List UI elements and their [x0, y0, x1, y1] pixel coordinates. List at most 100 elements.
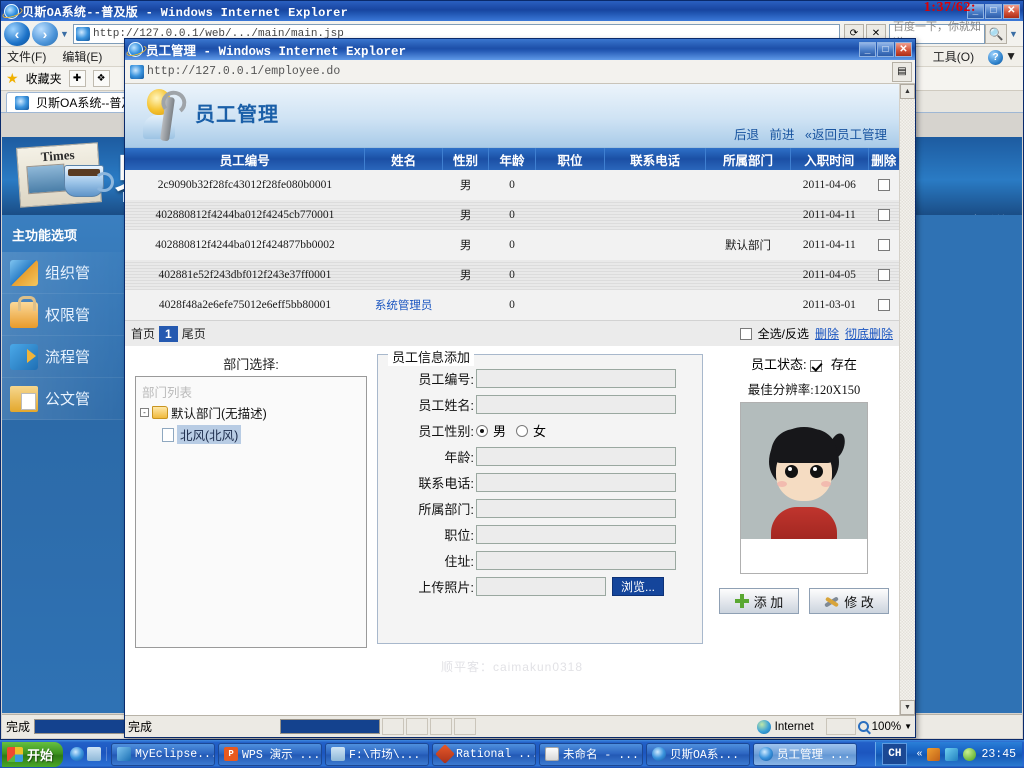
scroll-track[interactable] [900, 99, 915, 700]
zoom-control[interactable]: 100% ▼ [857, 720, 912, 733]
feeds-icon[interactable]: ❖ [92, 70, 110, 87]
table-row[interactable]: 402880812f4244ba012f4245cb770001 男 0 201… [125, 200, 899, 230]
taskbar-item-myeclipse[interactable]: MyEclipse... [111, 742, 216, 766]
row-delete-checkbox[interactable] [877, 269, 890, 282]
history-dropdown-icon[interactable]: ▼ [58, 29, 71, 39]
taskbar-item-notepad[interactable]: 未命名 - ... [539, 742, 644, 766]
close-button[interactable]: ✕ [895, 42, 912, 57]
table-row[interactable]: 402880812f4244ba012f424877bb0002 男 0 默认部… [125, 230, 899, 260]
sidebar-item-organization[interactable]: 组织管 [2, 252, 124, 294]
start-button[interactable]: 开始 [2, 741, 64, 767]
tray-icon-3[interactable] [963, 747, 977, 761]
tray-expand-icon[interactable]: « [916, 749, 922, 760]
child-window-titlebar[interactable]: 员工管理 - Windows Internet Explorer _ □ ✕ [125, 39, 915, 60]
ime-indicator[interactable]: CH [882, 743, 908, 765]
employee-id-field[interactable] [476, 369, 676, 388]
department-tree[interactable]: 部门列表 - 默认部门(无描述) 北风(北风) [135, 376, 367, 648]
select-all-label[interactable]: 全选/反选 [758, 325, 809, 342]
last-page-button[interactable]: 尾页 [182, 325, 206, 342]
search-provider-dropdown-icon[interactable]: ▼ [1007, 29, 1020, 39]
maximize-button[interactable]: □ [985, 3, 1002, 19]
select-all-checkbox[interactable] [739, 327, 752, 340]
photo-frame[interactable] [740, 402, 868, 574]
scroll-up-icon[interactable]: ▲ [900, 84, 915, 99]
column-header-id[interactable]: 员工编号 [125, 148, 366, 170]
gender-male-radio[interactable] [476, 424, 488, 437]
cell-name[interactable]: 系统管理员 [364, 290, 443, 320]
address-field[interactable] [476, 551, 676, 570]
taskbar-item-oa-system[interactable]: 贝斯OA系... [646, 742, 751, 766]
phone-field[interactable] [476, 473, 676, 492]
add-button[interactable]: 添 加 [719, 588, 799, 614]
sidebar-item-documents[interactable]: 公文管 [2, 378, 124, 420]
zoom-level: 100% [871, 720, 902, 733]
favorites-label[interactable]: 收藏夹 [26, 70, 62, 87]
delete-forever-button[interactable]: 彻底删除 [845, 325, 893, 342]
employee-status-checkbox[interactable] [810, 359, 823, 372]
logout-link[interactable]: 退出系统 [956, 211, 1008, 215]
favorites-star-icon[interactable]: ★ [6, 70, 19, 87]
minimize-button[interactable]: _ [859, 42, 876, 57]
column-header-gender[interactable]: 性别 [442, 148, 490, 170]
search-icon[interactable]: 🔍 [985, 23, 1007, 44]
back-link[interactable]: 后退 [734, 128, 759, 142]
column-header-hiredate[interactable]: 入职时间 [790, 148, 869, 170]
column-header-name[interactable]: 姓名 [364, 148, 443, 170]
close-button[interactable]: ✕ [1003, 3, 1020, 19]
delete-button[interactable]: 删除 [815, 325, 839, 342]
taskbar-item-wps[interactable]: P WPS 演示 ... [218, 742, 323, 766]
scroll-down-icon[interactable]: ▼ [900, 700, 915, 715]
return-to-employee-management-link[interactable]: «返回员工管理 [805, 128, 887, 142]
tray-icon-1[interactable] [927, 747, 941, 761]
tray-icon-2[interactable] [945, 747, 959, 761]
page-properties-icon[interactable]: ▤ [892, 61, 912, 82]
column-header-phone[interactable]: 联系电话 [604, 148, 706, 170]
taskbar-item-folder[interactable]: F:\市场\... [325, 742, 430, 766]
forward-link[interactable]: 前进 [770, 128, 795, 142]
row-delete-checkbox[interactable] [877, 179, 890, 192]
row-delete-checkbox[interactable] [877, 209, 890, 222]
dept-field[interactable] [476, 499, 676, 518]
first-page-button[interactable]: 首页 [131, 325, 155, 342]
clock[interactable]: 23:45 [981, 748, 1016, 761]
upload-photo-field[interactable] [476, 577, 606, 596]
folder-quicklaunch-icon[interactable] [87, 747, 102, 761]
gender-female-radio[interactable] [516, 424, 529, 437]
row-delete-checkbox[interactable] [877, 299, 890, 312]
ie-quicklaunch-icon[interactable] [70, 747, 85, 761]
menu-tools[interactable]: 工具(O) [933, 48, 974, 65]
table-row[interactable]: 4028f48a2e6efe75012e6eff5bb80001 系统管理员 0… [125, 290, 899, 320]
employee-name-field[interactable] [476, 395, 676, 414]
back-button[interactable]: ‹ [4, 21, 30, 46]
column-header-position[interactable]: 职位 [535, 148, 606, 170]
tree-node-default-dept[interactable]: - 默认部门(无描述) [140, 401, 362, 422]
child-address-field[interactable]: http://127.0.0.1/employee.do [128, 62, 890, 81]
menu-edit[interactable]: 编辑(E) [62, 48, 102, 65]
forward-button[interactable]: › [32, 21, 58, 46]
column-header-dept[interactable]: 所属部门 [705, 148, 792, 170]
row-delete-checkbox[interactable] [877, 239, 890, 252]
help-icon[interactable]: ? ▼ [988, 49, 1017, 65]
menu-file[interactable]: 文件(F) [7, 48, 46, 65]
table-row[interactable]: 2c9090b32f28fc43012f28fe080b0001 男 0 201… [125, 170, 899, 200]
add-favorite-icon[interactable]: ✚ [68, 70, 86, 87]
browse-button[interactable]: 浏览... [612, 577, 664, 596]
taskbar-item-rational[interactable]: Rational ... [432, 742, 537, 766]
current-page-number[interactable]: 1 [159, 325, 178, 342]
column-header-delete[interactable]: 删除 [868, 148, 899, 170]
child-address-bar[interactable]: http://127.0.0.1/employee.do ▤ [125, 60, 915, 84]
security-zone[interactable]: Internet [756, 719, 814, 734]
page-scrollbar[interactable]: ▲ ▼ [899, 84, 915, 715]
modify-button[interactable]: 修 改 [809, 588, 889, 614]
table-row[interactable]: 402881e52f243dbf012f243e37ff0001 男 0 201… [125, 260, 899, 290]
column-header-age[interactable]: 年龄 [488, 148, 536, 170]
sidebar-item-permissions[interactable]: 权限管 [2, 294, 124, 336]
position-field[interactable] [476, 525, 676, 544]
tree-collapse-icon[interactable]: - [140, 408, 149, 417]
protected-mode-icon[interactable] [825, 718, 856, 735]
tree-node-beifeng[interactable]: 北风(北风) [140, 422, 362, 444]
taskbar-item-employee-management[interactable]: 员工管理 ... [753, 742, 858, 766]
maximize-button[interactable]: □ [877, 42, 894, 57]
age-field[interactable] [476, 447, 676, 466]
sidebar-item-workflow[interactable]: 流程管 [2, 336, 124, 378]
